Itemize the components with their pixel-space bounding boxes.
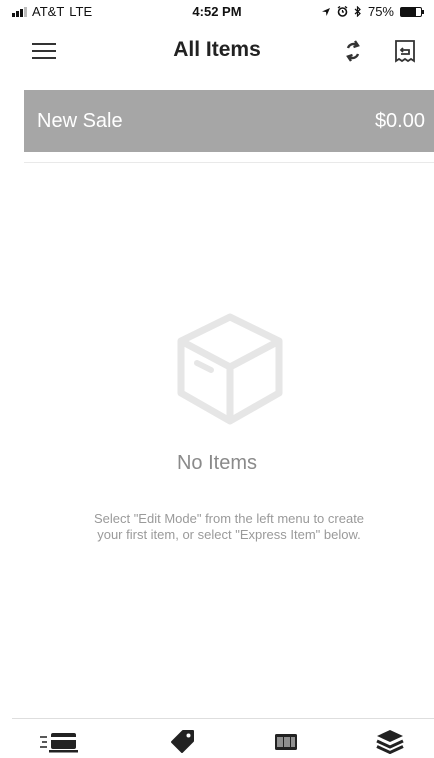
tab-bar [0, 719, 434, 758]
tag-icon[interactable] [163, 729, 203, 755]
receipt-icon[interactable] [393, 39, 417, 63]
battery-icon [400, 6, 424, 17]
empty-state-title: No Items [176, 452, 258, 474]
barcode-icon[interactable] [266, 729, 306, 755]
layers-icon[interactable] [370, 729, 410, 755]
battery-fill [401, 7, 416, 16]
new-sale-bar[interactable]: New Sale $0.00 [24, 90, 434, 152]
box-icon [177, 313, 283, 425]
alarm-icon [337, 6, 348, 17]
battery-percent: 75% [367, 4, 394, 19]
nav-bar: All Items [0, 22, 434, 80]
page-title: All Items [173, 38, 261, 61]
new-sale-label: New Sale [37, 110, 123, 132]
status-bar: AT&T LTE 4:52 PM 75% [0, 0, 434, 22]
card-swipe-icon[interactable] [38, 729, 78, 755]
bluetooth-icon [354, 6, 361, 17]
divider [24, 162, 434, 163]
status-right: 75% [321, 4, 424, 19]
sync-icon[interactable] [341, 39, 365, 63]
sale-total-amount: $0.00 [374, 110, 425, 132]
location-icon [321, 7, 330, 16]
empty-state-description: Select "Edit Mode" from the left menu to… [93, 511, 365, 542]
